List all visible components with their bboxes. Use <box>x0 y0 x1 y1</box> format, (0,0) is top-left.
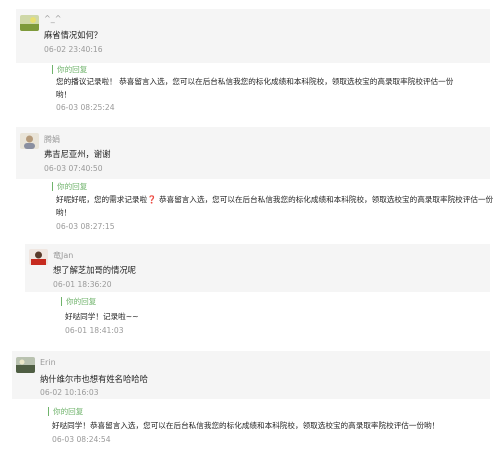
reply-text: 好哒同学！记录啦~~ <box>65 312 139 321</box>
reply-time: 06-03 08:25:24 <box>56 103 115 112</box>
landscape-avatar-icon <box>20 15 39 31</box>
person-avatar-icon <box>20 133 39 149</box>
reply-time: 06-03 08:27:15 <box>56 222 115 231</box>
user-name: Erin <box>40 358 56 367</box>
reply-text: 好哒同学！恭喜留言入选，您可以在后台私信我您的标化成绩和本科院校，领取选校宝的高… <box>52 421 440 430</box>
comment-time: 06-01 18:36:20 <box>53 280 112 289</box>
landscape-avatar-icon <box>16 357 35 373</box>
comment-time: 06-02 10:16:03 <box>40 388 99 397</box>
user-avatar[interactable] <box>20 133 39 149</box>
user-name: 腾娟 <box>44 135 60 144</box>
reply-text-part: 好呢好呢，您的需求记录啦 <box>56 195 148 204</box>
comment-text: 想了解芝加哥的情况呢 <box>53 265 136 275</box>
question-mark-icon: ❓ <box>147 195 157 204</box>
user-name: 竜Jan <box>53 251 74 260</box>
reply-text: 您的播议记录啦！ 恭喜留言入选，您可以在后台私信我您的标化成绩和本科院校，领取选… <box>56 77 454 99</box>
comment-time: 06-02 23:40:16 <box>44 45 103 54</box>
reply-label: 你的回复 <box>48 407 83 416</box>
user-avatar[interactable] <box>16 357 35 373</box>
reply-time: 06-01 18:41:03 <box>65 326 124 335</box>
user-name: ^_^ <box>44 14 62 23</box>
user-avatar[interactable] <box>29 249 48 265</box>
comment-time: 06-03 07:40:50 <box>44 164 103 173</box>
comment-text: 麻省情况如何？ <box>44 30 103 40</box>
reply-text: 好呢好呢，您的需求记录啦❓ 恭喜留言入选，您可以在后台私信我您的标化成绩和本科院… <box>56 193 494 219</box>
reply-label: 你的回复 <box>61 297 96 306</box>
user-avatar[interactable] <box>20 15 39 31</box>
comment-text: 纳什维尔市也想有姓名哈哈哈 <box>40 374 148 384</box>
comment-text: 弗吉尼亚州，谢谢 <box>44 149 111 159</box>
reply-time: 06-03 08:24:54 <box>52 435 111 444</box>
red-avatar-icon <box>29 249 48 265</box>
reply-label: 你的回复 <box>52 65 87 74</box>
reply-label: 你的回复 <box>52 182 87 191</box>
